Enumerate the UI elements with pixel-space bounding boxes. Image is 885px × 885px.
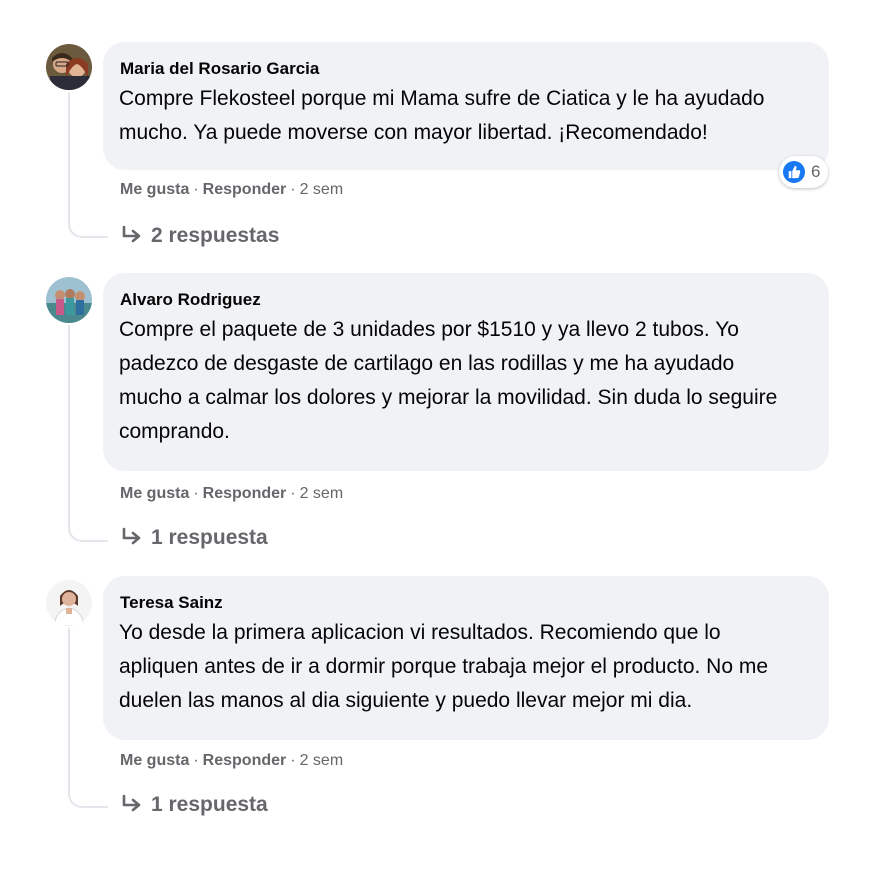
avatar-photo-icon <box>46 277 92 323</box>
comment-line: comprando. <box>119 420 230 443</box>
thread-line <box>68 628 70 794</box>
avatar[interactable] <box>46 277 92 323</box>
reaction-summary[interactable]: 6 <box>779 156 829 188</box>
avatar-photo-icon <box>46 580 92 626</box>
thread-connector <box>68 520 108 542</box>
comment-actions: Me gusta · Responder · 2 sem <box>120 180 343 200</box>
comment-line: mucho. Ya puede moverse con mayor libert… <box>119 121 708 144</box>
comment-author[interactable]: Alvaro Rodriguez <box>120 289 813 311</box>
comment-line: apliquen antes de ir a dormir porque tra… <box>119 655 769 678</box>
thread-line <box>68 325 70 527</box>
comment-line: padezco de desgaste de cartilago en las … <box>119 352 735 375</box>
comment-actions: Me gusta · Responder · 2 sem <box>120 751 343 771</box>
view-replies-link[interactable]: 1 respuesta <box>121 525 268 554</box>
thumbs-up-icon <box>783 161 805 183</box>
avatar[interactable] <box>46 580 92 626</box>
comment-line: duelen las manos al dia siguiente y pued… <box>119 689 693 712</box>
thread-connector <box>68 786 108 808</box>
reply-link[interactable]: Responder <box>203 485 287 502</box>
thread-line <box>68 92 70 224</box>
separator: · <box>290 485 296 502</box>
replies-count-label: 1 respuesta <box>151 793 268 816</box>
comment-line: Compre Flekosteel porque mi Mama sufre d… <box>119 87 765 110</box>
comment-bubble: Teresa Sainz Yo desde la primera aplicac… <box>103 576 829 740</box>
like-link[interactable]: Me gusta <box>120 752 189 769</box>
reply-arrow-icon <box>121 225 143 252</box>
separator: · <box>290 752 296 769</box>
comment-text: Compre Flekosteel porque mi Mama sufre d… <box>119 82 813 150</box>
comment-bubble: Maria del Rosario Garcia Compre Flekoste… <box>103 42 829 170</box>
reply-arrow-icon <box>121 527 143 554</box>
reply-link[interactable]: Responder <box>203 181 287 198</box>
reply-link[interactable]: Responder <box>203 752 287 769</box>
comment-bubble: Alvaro Rodriguez Compre el paquete de 3 … <box>103 273 829 471</box>
timestamp[interactable]: 2 sem <box>300 181 344 198</box>
reply-arrow-icon <box>121 794 143 821</box>
separator: · <box>193 181 199 198</box>
avatar[interactable] <box>46 44 92 90</box>
comment-line: Compre el paquete de 3 unidades por $151… <box>119 318 739 341</box>
comment-actions: Me gusta · Responder · 2 sem <box>120 484 343 504</box>
separator: · <box>193 485 199 502</box>
timestamp[interactable]: 2 sem <box>300 752 344 769</box>
replies-count-label: 1 respuesta <box>151 526 268 549</box>
view-replies-link[interactable]: 1 respuesta <box>121 792 268 821</box>
reaction-count: 6 <box>811 162 821 181</box>
avatar-photo-icon <box>46 44 92 90</box>
separator: · <box>193 752 199 769</box>
comment-author[interactable]: Maria del Rosario Garcia <box>120 58 813 80</box>
view-replies-link[interactable]: 2 respuestas <box>121 223 279 252</box>
like-link[interactable]: Me gusta <box>120 485 189 502</box>
comment-line: mucho a calmar los dolores y mejorar la … <box>119 386 778 409</box>
like-link[interactable]: Me gusta <box>120 181 189 198</box>
comment-text: Yo desde la primera aplicacion vi result… <box>119 616 813 718</box>
comment-line: Yo desde la primera aplicacion vi result… <box>119 621 721 644</box>
comment-text: Compre el paquete de 3 unidades por $151… <box>119 313 813 449</box>
timestamp[interactable]: 2 sem <box>300 485 344 502</box>
separator: · <box>290 181 296 198</box>
thread-connector <box>68 216 108 238</box>
replies-count-label: 2 respuestas <box>151 224 280 247</box>
comment-author[interactable]: Teresa Sainz <box>120 592 813 614</box>
